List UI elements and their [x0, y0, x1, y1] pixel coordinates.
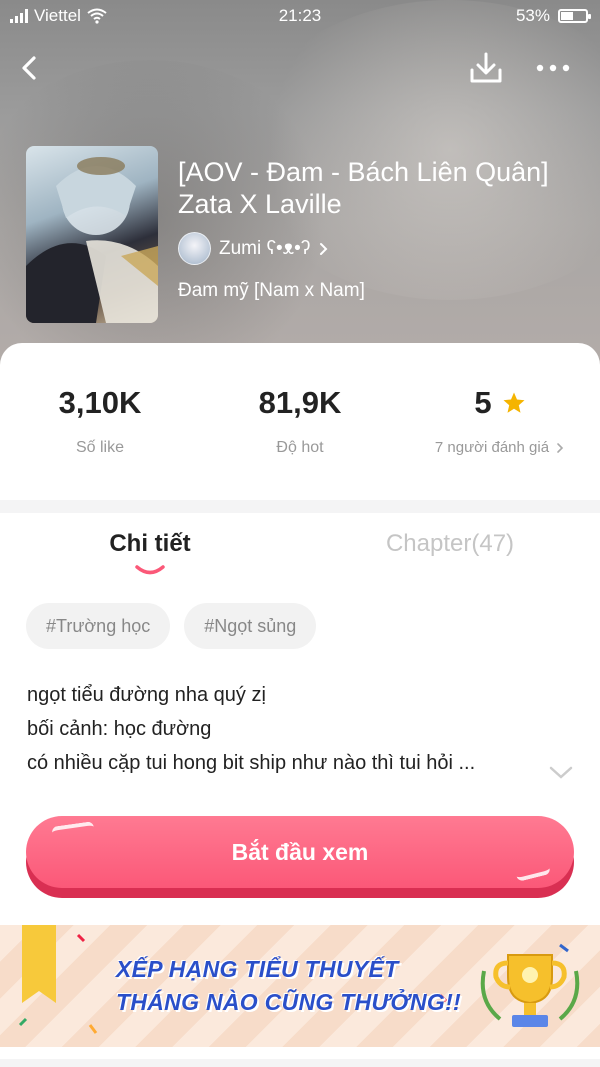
ranking-banner[interactable]: XẾP HẠNG TIỂU THUYẾT THÁNG NÀO CŨNG THƯỞ…: [0, 925, 600, 1047]
stat-rating[interactable]: 5 7 người đánh giá: [400, 383, 600, 456]
book-cover: [26, 146, 158, 323]
tag-school[interactable]: #Trường học: [26, 603, 171, 649]
stat-likes: 3,10K Số like: [0, 383, 200, 457]
author-name: Zumi ʕ•ᴥ•ʔ: [219, 237, 311, 259]
author-link[interactable]: Zumi ʕ•ᴥ•ʔ: [178, 232, 330, 265]
book-detail-screen: Viettel 21:23 53% [AOV - Đam - Bách Liên…: [0, 0, 600, 1067]
chevron-right-icon: [320, 242, 328, 255]
rating-value-row: 5: [400, 383, 600, 423]
hot-count: 81,9K: [258, 385, 342, 420]
download-icon[interactable]: [466, 48, 506, 88]
tab-details[interactable]: Chi tiết: [0, 527, 300, 561]
hot-label: Độ hot: [276, 439, 324, 456]
rating-count-label: 7 người đánh giá: [434, 439, 550, 456]
description: ngọt tiểu đường nha quý zị bối cảnh: học…: [27, 678, 557, 780]
active-tab-indicator: [135, 565, 165, 575]
start-reading-label: Bắt đầu xem: [26, 816, 574, 888]
expand-chevron-down-icon[interactable]: [548, 765, 574, 781]
description-line: bối cảnh: học đường: [27, 718, 212, 740]
back-icon[interactable]: [12, 50, 48, 86]
detail-card: 3,10K Số like 81,9K Độ hot 5 7 người đán…: [0, 343, 600, 1067]
stats-row: 3,10K Số like 81,9K Độ hot 5 7 người đán…: [0, 383, 600, 483]
status-right: 53%: [515, 6, 591, 26]
banner-line-1: XẾP HẠNG TIỂU THUYẾT: [116, 956, 399, 982]
banner-text: XẾP HẠNG TIỂU THUYẾT THÁNG NÀO CŨNG THƯỞ…: [116, 953, 461, 1019]
rating-label-row: 7 người đánh giá: [400, 439, 600, 456]
tab-bar: Chi tiết Chapter(47): [0, 527, 600, 577]
tab-chapters[interactable]: Chapter(47): [300, 527, 600, 561]
more-options-icon[interactable]: [532, 54, 574, 82]
description-line: ngọt tiểu đường nha quý zị: [27, 684, 266, 706]
author-avatar: [178, 232, 211, 265]
clock: 21:23: [278, 6, 322, 25]
rating-value: 5: [474, 385, 492, 420]
battery-icon: [558, 9, 591, 23]
chevron-right-icon: [557, 442, 564, 453]
banner-line-2: THÁNG NÀO CŨNG THƯỞNG!!: [116, 989, 462, 1015]
tag-list: #Trường học #Ngọt sủng: [26, 603, 317, 649]
tag-sweet[interactable]: #Ngọt sủng: [184, 603, 317, 649]
book-title: [AOV - Đam - Bách Liên Quân] Zata X Lavi…: [178, 157, 549, 219]
bottom-divider: [0, 1059, 600, 1067]
likes-count: 3,10K: [58, 385, 142, 420]
cover-art: [26, 157, 158, 323]
description-line: có nhiều cặp tui hong bit ship như nào t…: [27, 752, 476, 774]
top-navigation: [0, 46, 600, 92]
status-bar: Viettel 21:23 53%: [0, 0, 600, 32]
start-reading-button[interactable]: Bắt đầu xem: [26, 816, 574, 898]
likes-label: Số like: [75, 439, 125, 456]
star-icon: [503, 392, 525, 413]
book-genre: Đam mỹ [Nam x Nam]: [178, 280, 365, 301]
section-divider: [0, 500, 600, 513]
battery-percent: 53%: [515, 6, 550, 25]
trophy-icon: [480, 954, 580, 1027]
stat-hot: 81,9K Độ hot: [200, 383, 400, 457]
